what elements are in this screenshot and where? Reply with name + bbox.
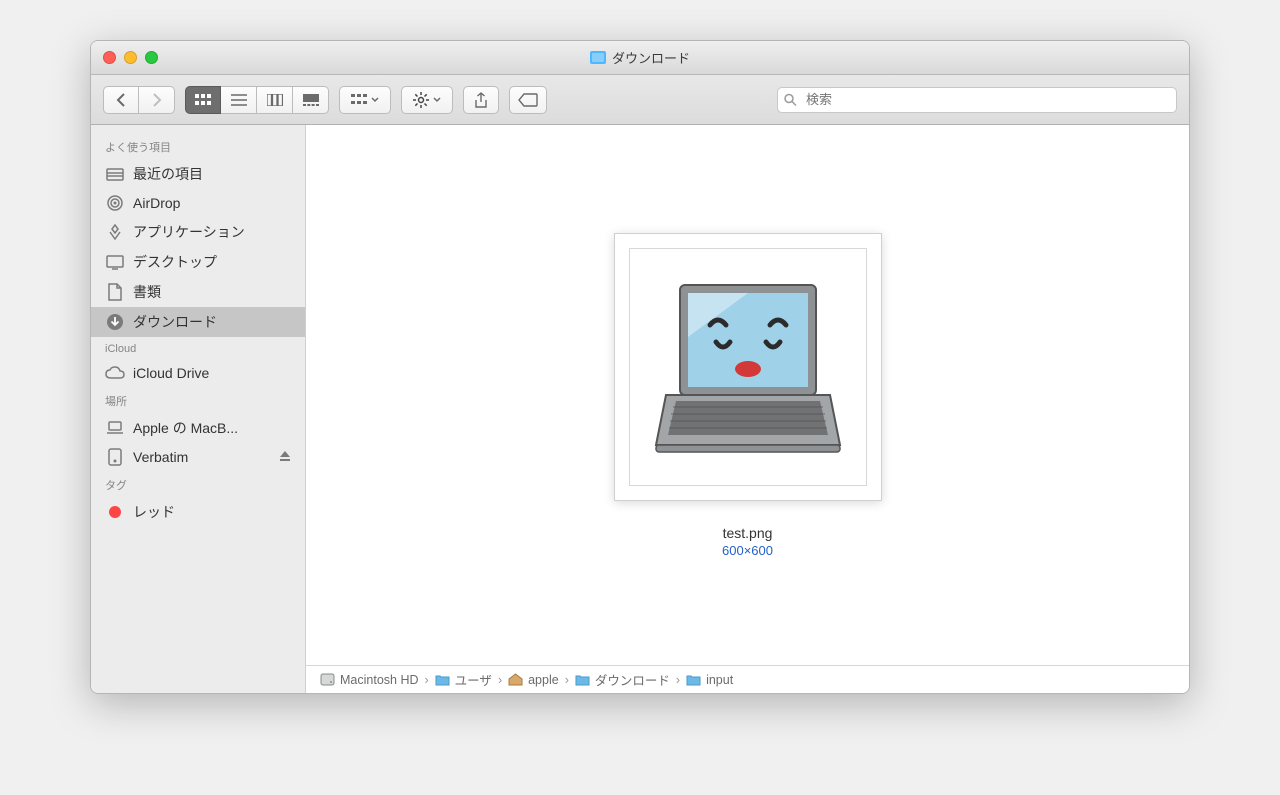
- chevron-down-icon: [433, 97, 441, 103]
- share-button[interactable]: [463, 86, 499, 114]
- minimize-button[interactable]: [124, 51, 137, 64]
- arrange-button[interactable]: [339, 86, 391, 114]
- title-text: ダウンロード: [612, 48, 690, 67]
- breadcrumb-label: apple: [528, 673, 559, 687]
- back-button[interactable]: [103, 86, 139, 114]
- window-title: ダウンロード: [590, 48, 690, 67]
- breadcrumb-label: ユーザ: [455, 670, 492, 689]
- sidebar-item[interactable]: 書類: [91, 277, 305, 307]
- sidebar-item[interactable]: アプリケーション: [91, 217, 305, 247]
- zoom-button[interactable]: [145, 51, 158, 64]
- laptop-image-icon: [648, 277, 848, 457]
- search-icon: [784, 93, 797, 106]
- path-bar: Macintosh HD › ユーザ › apple › ダウンロード › input: [306, 665, 1189, 693]
- actions-button[interactable]: [401, 86, 453, 114]
- chevron-right-icon: ›: [498, 673, 502, 687]
- breadcrumb-label: input: [706, 673, 733, 687]
- sidebar-item[interactable]: 最近の項目: [91, 159, 305, 189]
- list-view-button[interactable]: [221, 86, 257, 114]
- column-view-button[interactable]: [257, 86, 293, 114]
- apps-icon: [105, 223, 125, 241]
- titlebar[interactable]: ダウンロード: [91, 41, 1189, 75]
- sidebar-item-label: 書類: [133, 282, 161, 302]
- file-grid[interactable]: test.png 600×600: [306, 125, 1189, 665]
- sidebar-section-header: iCloud: [91, 337, 305, 359]
- file-item[interactable]: test.png 600×600: [614, 233, 882, 558]
- breadcrumb-label: ダウンロード: [595, 670, 670, 689]
- folder-blue-icon: [575, 673, 590, 686]
- desktop-icon: [105, 253, 125, 271]
- view-buttons: [185, 86, 329, 114]
- sidebar-item-label: レッド: [133, 502, 175, 522]
- sidebar-item-label: AirDrop: [133, 195, 180, 211]
- toolbar: [91, 75, 1189, 125]
- sidebar-item-label: ダウンロード: [133, 312, 217, 332]
- file-dimensions: 600×600: [722, 543, 773, 558]
- sidebar-section-header: タグ: [91, 471, 305, 497]
- sidebar-item[interactable]: デスクトップ: [91, 247, 305, 277]
- sidebar-item-label: デスクトップ: [133, 252, 217, 272]
- disk-icon: [105, 448, 125, 466]
- search-input[interactable]: [777, 87, 1177, 113]
- documents-icon: [105, 283, 125, 301]
- sidebar-item-label: iCloud Drive: [133, 365, 209, 381]
- recent-icon: [105, 165, 125, 183]
- file-name[interactable]: test.png: [723, 525, 773, 541]
- close-button[interactable]: [103, 51, 116, 64]
- sidebar-item[interactable]: AirDrop: [91, 189, 305, 217]
- sidebar-item-label: Verbatim: [133, 449, 188, 465]
- sidebar-item-label: 最近の項目: [133, 164, 203, 184]
- chevron-down-icon: [371, 97, 379, 103]
- sidebar-section-header: よく使う項目: [91, 133, 305, 159]
- breadcrumb-item[interactable]: input: [686, 673, 733, 687]
- breadcrumb-label: Macintosh HD: [340, 673, 419, 687]
- cloud-icon: [105, 364, 125, 382]
- airdrop-icon: [105, 194, 125, 212]
- sidebar-item[interactable]: レッド: [91, 497, 305, 527]
- chevron-right-icon: ›: [565, 673, 569, 687]
- breadcrumb-item[interactable]: ダウンロード: [575, 670, 670, 689]
- search-box: [777, 87, 1177, 113]
- sidebar[interactable]: よく使う項目最近の項目 AirDrop アプリケーションデスクトップ書類ダウンロード…: [91, 125, 306, 693]
- content-area[interactable]: test.png 600×600 Macintosh HD › ユーザ › apple ›…: [306, 125, 1189, 693]
- tags-button[interactable]: [509, 86, 547, 114]
- finder-window: ダウンロード: [90, 40, 1190, 694]
- tag-icon: [105, 503, 125, 521]
- breadcrumb-item[interactable]: apple: [508, 673, 559, 687]
- breadcrumb-item[interactable]: Macintosh HD: [320, 673, 419, 687]
- share-icon: [474, 92, 488, 108]
- chevron-right-icon: ›: [676, 673, 680, 687]
- gear-icon: [413, 92, 429, 108]
- sidebar-item[interactable]: Verbatim: [91, 443, 305, 471]
- home-icon: [508, 673, 523, 686]
- downloads-icon: [105, 313, 125, 331]
- folder-icon: [590, 51, 606, 64]
- tag-icon: [518, 93, 538, 107]
- hdd-icon: [320, 673, 335, 686]
- sidebar-item[interactable]: iCloud Drive: [91, 359, 305, 387]
- nav-buttons: [103, 86, 175, 114]
- sidebar-item[interactable]: ダウンロード: [91, 307, 305, 337]
- breadcrumb-item[interactable]: ユーザ: [435, 670, 492, 689]
- laptop-icon: [105, 419, 125, 437]
- file-thumbnail[interactable]: [614, 233, 882, 501]
- sidebar-item[interactable]: Apple の MacB...: [91, 413, 305, 443]
- sidebar-item-label: Apple の MacB...: [133, 418, 238, 438]
- icon-view-button[interactable]: [185, 86, 221, 114]
- chevron-right-icon: ›: [425, 673, 429, 687]
- window-controls: [103, 51, 158, 64]
- folder-blue-icon: [686, 673, 701, 686]
- gallery-view-button[interactable]: [293, 86, 329, 114]
- sidebar-section-header: 場所: [91, 387, 305, 413]
- sidebar-item-label: アプリケーション: [133, 222, 245, 242]
- eject-icon[interactable]: [279, 449, 291, 465]
- folder-blue-icon: [435, 673, 450, 686]
- forward-button[interactable]: [139, 86, 175, 114]
